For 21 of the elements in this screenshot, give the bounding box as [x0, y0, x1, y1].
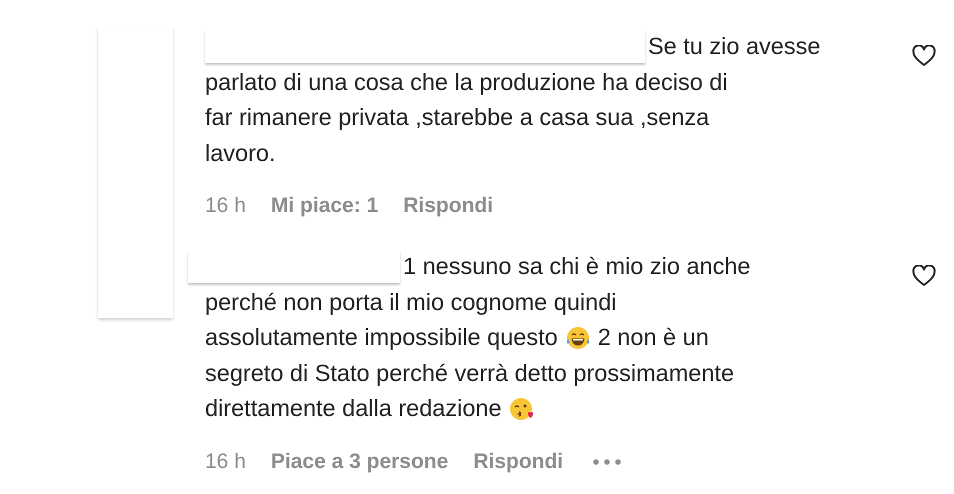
kissing-emoji-icon: [508, 396, 535, 422]
comment-text: far rimanere privata ,starebbe a casa sua ,senza: [205, 104, 710, 132]
reply-button[interactable]: Rispondi: [473, 450, 564, 474]
comment-text: assolutamente impossibile questo: [205, 324, 558, 352]
comment-text: direttamente dalla redazione: [205, 395, 502, 422]
comment-text: 2 non è un: [598, 324, 709, 352]
comment-text: 1 nessuno sa chi è mio zio anche: [403, 253, 750, 280]
comment-text: perché non porta il mio cognome quindi: [205, 288, 617, 316]
comment-text: lavoro.: [205, 140, 276, 167]
comment-text: segreto di Stato perché verrà detto prossimamente: [205, 360, 734, 387]
reply-button[interactable]: Rispondi: [403, 194, 494, 218]
comment-time: 16 h: [205, 450, 246, 474]
likes-link[interactable]: Mi piace: 1: [270, 194, 378, 218]
likes-link[interactable]: Piace a 3 persone: [270, 450, 448, 474]
more-icon[interactable]: [592, 458, 622, 466]
comment-text: parlato di una cosa che la produzione ha deciso di: [205, 68, 728, 96]
laughing-emoji-icon: [564, 324, 591, 351]
like-heart-button[interactable]: [912, 45, 936, 67]
like-heart-button[interactable]: [912, 265, 936, 287]
comment-text: Se tu zio avesse: [648, 33, 820, 60]
comment-time: 16 h: [205, 194, 246, 218]
